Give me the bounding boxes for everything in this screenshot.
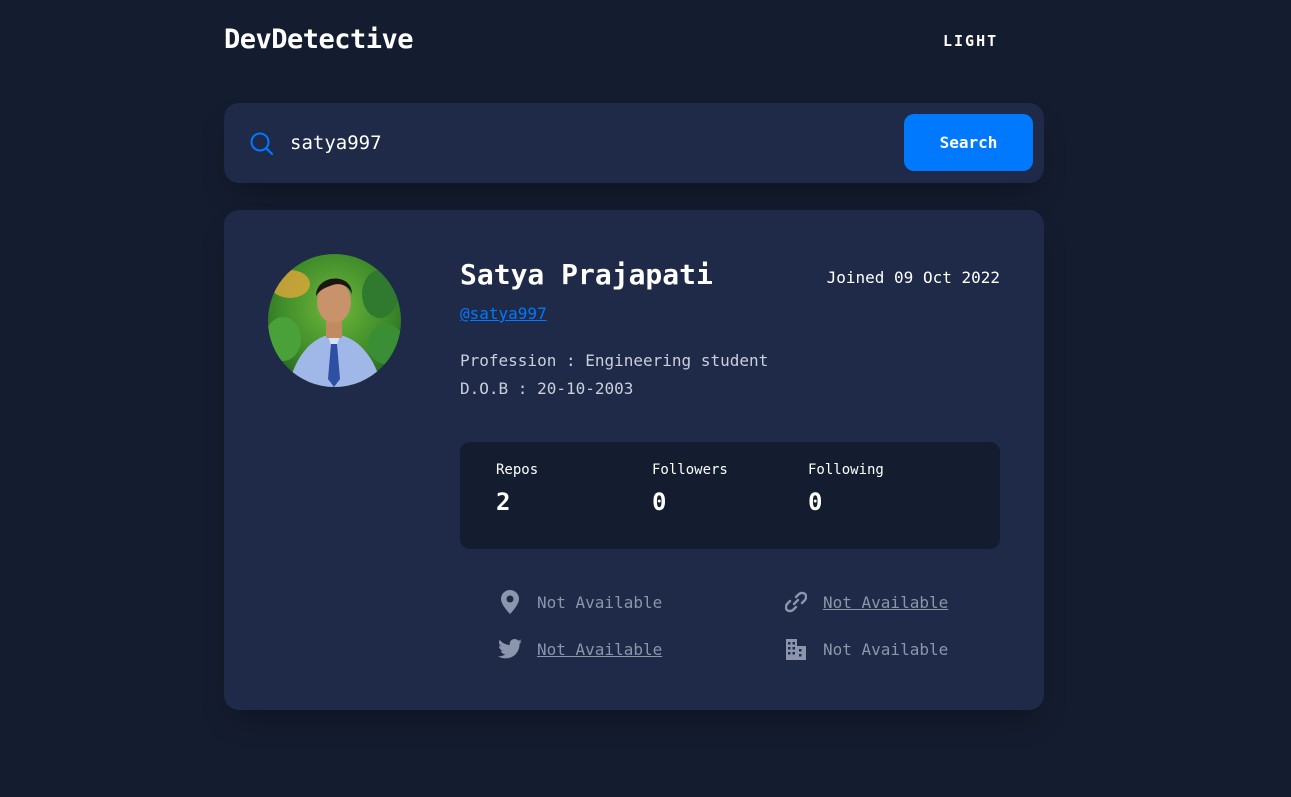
stats-panel: Repos 2 Followers 0 Following 0 [460, 442, 1000, 549]
app-container: DevDetective LIGHT Search [224, 0, 1044, 797]
twitter-link[interactable]: Not Available [537, 640, 662, 659]
app-logo: DevDetective [224, 24, 414, 55]
stat-value: 0 [652, 488, 667, 516]
stat-label: Repos [496, 462, 539, 478]
link-icon [784, 590, 808, 614]
location-text: Not Available [537, 592, 663, 612]
website-link[interactable]: Not Available [823, 593, 948, 612]
profile-card: Satya Prajapati Joined 09 Oct 2022 @saty… [224, 210, 1044, 710]
profile-bio: Profession : Engineering student D.O.B :… [460, 347, 768, 403]
location-pin-icon [498, 590, 522, 614]
stat-value: 2 [496, 488, 511, 516]
avatar [268, 254, 401, 387]
search-bar: Search [224, 103, 1044, 183]
company-building-icon [784, 637, 808, 661]
search-input[interactable] [290, 125, 890, 161]
theme-toggle-button[interactable]: LIGHT [943, 32, 998, 50]
bio-line: Profession : Engineering student [460, 351, 769, 370]
stat-value: 0 [808, 488, 823, 516]
stat-following: Following 0 [808, 462, 884, 516]
company-item: Not Available [784, 637, 948, 661]
company-text: Not Available [823, 639, 949, 659]
twitter-item[interactable]: Not Available [498, 637, 662, 661]
stat-label: Following [808, 462, 884, 478]
search-button[interactable]: Search [904, 114, 1033, 171]
stat-followers: Followers 0 [652, 462, 728, 516]
stat-label: Followers [652, 462, 728, 478]
stat-repos: Repos 2 [496, 462, 538, 516]
twitter-icon [498, 637, 522, 661]
location-item: Not Available [498, 590, 662, 614]
profile-username-link[interactable]: @satya997 [460, 304, 547, 323]
joined-date: Joined 09 Oct 2022 [826, 268, 1000, 287]
profile-name: Satya Prajapati [460, 258, 713, 291]
bio-line: D.O.B : 20-10-2003 [460, 379, 634, 398]
search-icon [249, 131, 275, 157]
website-item[interactable]: Not Available [784, 590, 948, 614]
